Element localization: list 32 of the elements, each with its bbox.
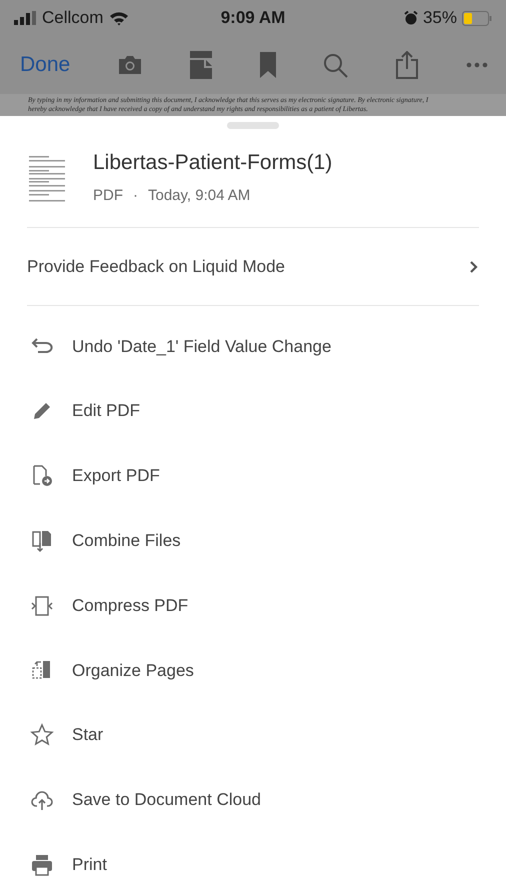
menu-item[interactable]: Star: [0, 702, 506, 768]
chevron-right-icon: [469, 260, 479, 274]
separator-dot: ·: [133, 186, 138, 206]
files-merge-icon: [30, 528, 54, 553]
more-icon[interactable]: [466, 62, 488, 68]
compress-icon: [30, 594, 54, 618]
menu-item[interactable]: Print: [0, 832, 506, 879]
alarm-clock-icon: [404, 11, 418, 25]
menu-item[interactable]: Save to Document Cloud: [0, 768, 506, 832]
menu-item[interactable]: Edit PDF: [0, 378, 506, 444]
menu-item[interactable]: Undo 'Date_1' Field Value Change: [0, 314, 506, 379]
carrier-name: Cellcom: [42, 7, 104, 30]
share-icon[interactable]: [394, 51, 419, 79]
menu-item[interactable]: Combine Files: [0, 508, 506, 574]
signal-icon: [14, 11, 36, 25]
file-name: Libertas-Patient-Forms(1): [93, 150, 332, 176]
camera-icon[interactable]: [117, 55, 144, 75]
drag-handle[interactable]: [227, 122, 279, 129]
clock-time: 9:09 AM: [220, 7, 286, 30]
star-icon: [30, 723, 54, 748]
battery-percent: 35%: [422, 7, 457, 30]
feedback-row[interactable]: Provide Feedback on Liquid Mode: [27, 228, 479, 305]
modified-time: Today, 9:04 AM: [148, 186, 250, 206]
menu-item[interactable]: Export PDF: [0, 444, 506, 508]
file-type: PDF: [93, 186, 123, 206]
battery-icon: [462, 10, 492, 26]
wifi-icon: [109, 10, 130, 26]
search-icon[interactable]: [322, 52, 348, 78]
menu-item[interactable]: Organize Pages: [0, 638, 506, 703]
bookmark-icon[interactable]: [260, 52, 276, 78]
document-icon[interactable]: [190, 51, 212, 79]
menu-item[interactable]: Compress PDF: [0, 573, 506, 638]
